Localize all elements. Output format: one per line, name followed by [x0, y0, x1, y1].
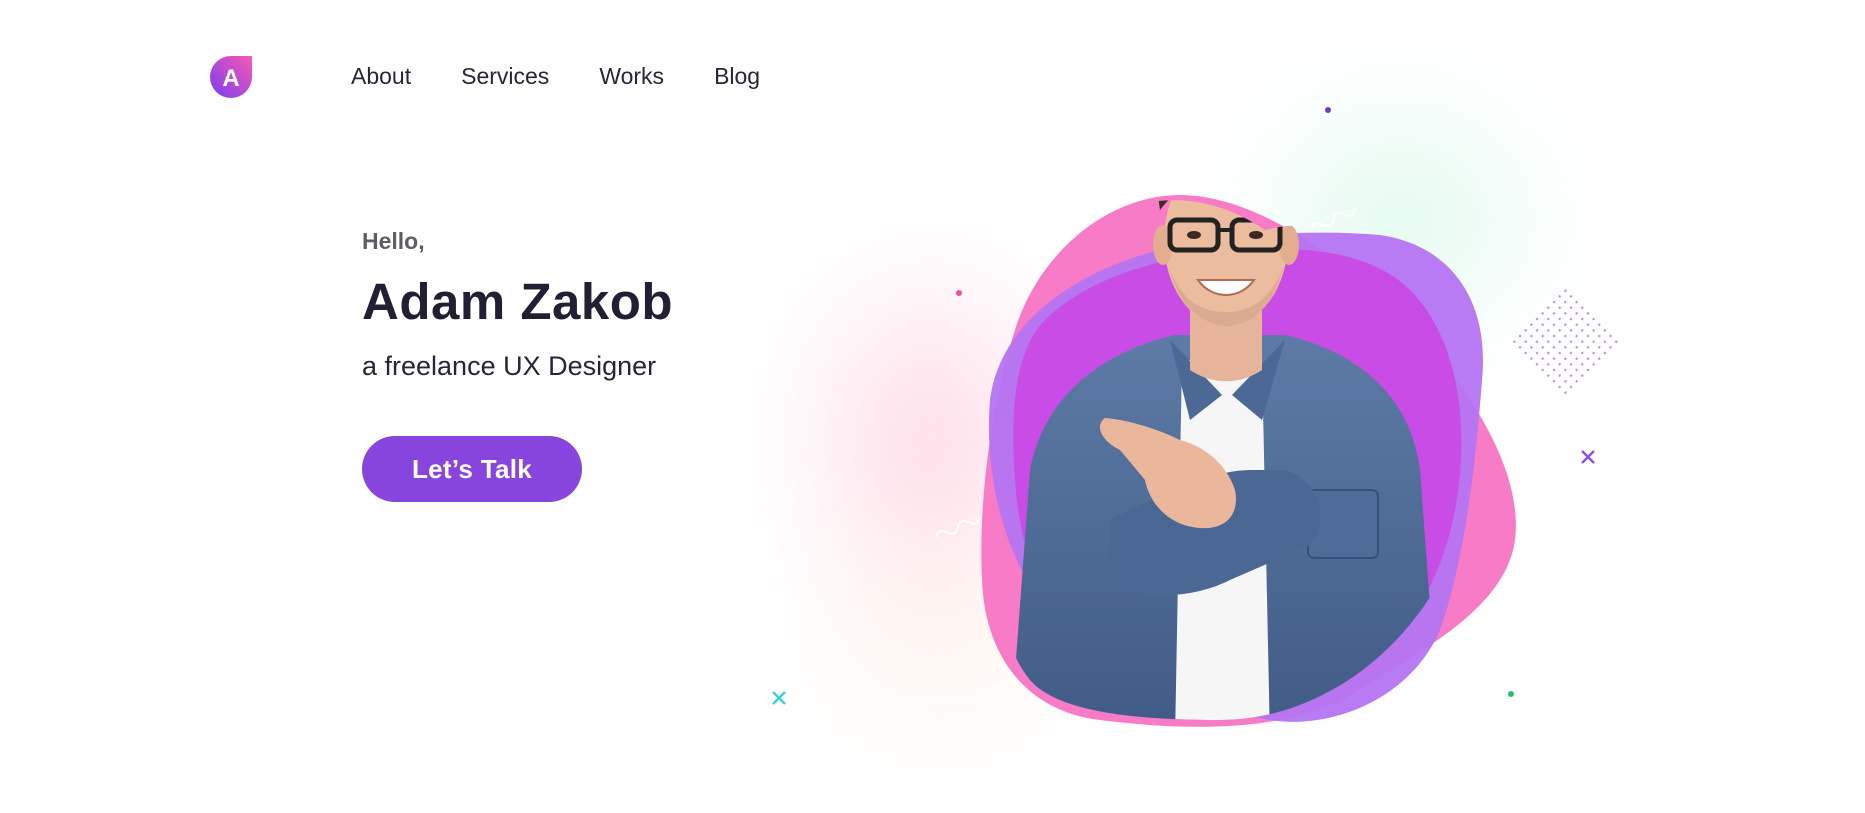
magenta-blob — [1013, 248, 1462, 707]
violet-blob — [988, 232, 1484, 722]
hero-subtitle: a freelance UX Designer — [362, 351, 657, 381]
peach-glow — [830, 520, 1050, 740]
letter-a-logo-icon: A — [210, 56, 252, 98]
lets-talk-button[interactable]: Let’s Talk — [362, 436, 582, 502]
squiggle-line-left — [935, 516, 981, 538]
cross-mark-teal — [772, 691, 786, 705]
nav-item-blog[interactable]: Blog — [714, 62, 760, 90]
nav-item-services[interactable]: Services — [461, 62, 549, 90]
squiggle-line-top — [1310, 209, 1357, 230]
portrait-graphic — [772, 107, 1624, 727]
dot-purple — [1325, 107, 1331, 113]
person-portrait — [1010, 200, 1440, 720]
pink-blob — [981, 195, 1516, 727]
nav-item-works[interactable]: Works — [599, 62, 664, 90]
landing-page: A About Services Works Blog Hello, Adam … — [0, 0, 1865, 813]
main-nav: About Services Works Blog — [351, 62, 760, 90]
dot-pattern-diamond — [1508, 283, 1624, 399]
dot-pink — [956, 290, 962, 296]
hero-greeting: Hello, — [362, 228, 425, 254]
logo-letter: A — [222, 65, 239, 92]
cross-mark-purple — [1581, 450, 1595, 464]
nav-item-about[interactable]: About — [351, 62, 411, 90]
brand-logo[interactable]: A — [210, 56, 252, 98]
dot-green — [1508, 691, 1514, 697]
hero-illustration — [0, 0, 1865, 813]
hero-intro: Hello, Adam Zakob a freelance UX Designe… — [362, 226, 842, 382]
hero-name: Adam Zakob — [362, 273, 674, 330]
mint-glow — [1240, 90, 1560, 350]
